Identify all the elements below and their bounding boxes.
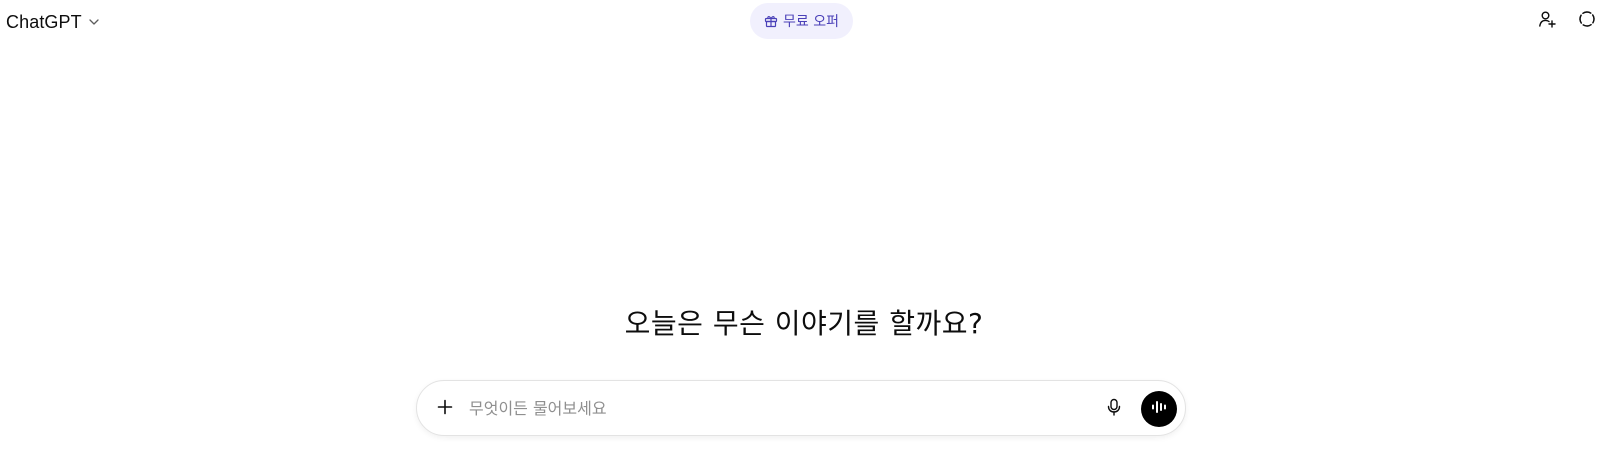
microphone-icon: [1106, 398, 1122, 420]
temporary-chat-icon: [1578, 10, 1596, 32]
add-user-icon: [1538, 10, 1556, 32]
free-offer-button[interactable]: 무료 오퍼: [750, 3, 853, 39]
model-name: ChatGPT: [6, 11, 82, 32]
attach-button[interactable]: [429, 393, 461, 425]
add-user-button[interactable]: [1533, 7, 1561, 35]
voice-mode-button[interactable]: [1141, 391, 1177, 427]
prompt-input[interactable]: [469, 389, 1069, 427]
temporary-chat-button[interactable]: [1573, 7, 1601, 35]
model-switcher-button[interactable]: ChatGPT: [0, 4, 106, 40]
chevron-down-icon: [88, 16, 100, 28]
gift-icon: [764, 14, 778, 28]
chatgpt-home: ChatGPT 무료 오퍼 오늘은 무슨 이야기를 할까요? 무엇이든 물어보세…: [0, 0, 1608, 469]
dictate-button[interactable]: [1099, 394, 1129, 424]
prompt-composer: [416, 380, 1186, 436]
page-title: 오늘은 무슨 이야기를 할까요?: [624, 307, 984, 340]
plus-icon: [436, 398, 454, 420]
voice-waveform-icon: [1150, 398, 1168, 420]
offer-label: 무료 오퍼: [783, 14, 839, 30]
